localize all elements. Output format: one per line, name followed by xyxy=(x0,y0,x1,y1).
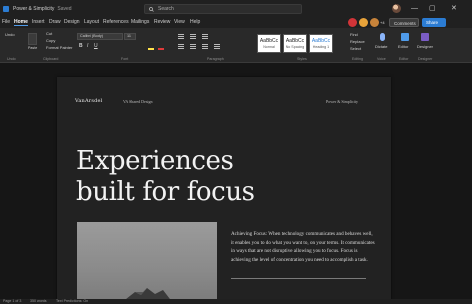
group-label-font: Font xyxy=(121,57,129,61)
tab-insert[interactable]: Insert xyxy=(32,19,45,25)
status-bar: Page 1 of 3 350 words Text Predictions: … xyxy=(0,299,472,304)
group-label-paragraph: Paragraph xyxy=(207,57,224,61)
group-label-editor: Editor xyxy=(399,57,409,61)
document-title: Power & Simplicity Saved xyxy=(13,6,72,12)
italic-button[interactable]: I xyxy=(87,43,88,49)
share-label: Share xyxy=(426,20,439,25)
header-right-text: Power & Simplicity xyxy=(326,99,358,104)
search-placeholder: Search xyxy=(158,6,174,12)
style-sample: AaBbCc xyxy=(259,38,279,44)
search-icon xyxy=(149,6,154,12)
tab-layout[interactable]: Layout xyxy=(84,19,99,25)
highlight-color-icon[interactable] xyxy=(148,48,154,50)
numbering-icon[interactable] xyxy=(190,34,196,35)
share-button[interactable]: Share xyxy=(422,18,446,27)
vanarsdel-logo: VanArsdel xyxy=(75,98,103,104)
hero-line: built for focus xyxy=(76,177,255,207)
tab-view[interactable]: View xyxy=(174,19,185,25)
coauthor-avatar[interactable] xyxy=(348,18,357,27)
mountain-image xyxy=(121,288,173,303)
group-label-editing: Editing xyxy=(352,57,363,61)
document-name: Power & Simplicity xyxy=(13,5,55,12)
font-size-value: 11 xyxy=(127,34,131,38)
justify-icon[interactable] xyxy=(214,44,220,45)
group-label-voice: Voice xyxy=(377,57,386,61)
style-name: Heading 1 xyxy=(312,45,330,49)
style-normal[interactable]: AaBbCc Normal xyxy=(257,34,281,53)
editor-button[interactable]: Editor xyxy=(398,44,408,49)
copy-button[interactable]: Copy xyxy=(46,38,55,43)
style-sample: AaBbCc xyxy=(285,38,305,44)
designer-icon[interactable] xyxy=(421,33,429,41)
comments-label: Comments xyxy=(394,21,416,26)
paste-icon[interactable] xyxy=(28,33,37,45)
format-painter-button[interactable]: Format Painter xyxy=(46,45,72,50)
undo-button[interactable]: Undo xyxy=(5,32,15,37)
align-center-icon[interactable] xyxy=(190,44,196,45)
user-avatar[interactable] xyxy=(392,4,401,13)
page-count[interactable]: Page 1 of 3 xyxy=(3,299,21,304)
coauthor-avatar[interactable] xyxy=(370,18,379,27)
body-paragraph[interactable]: Achieving Focus: When technology communi… xyxy=(231,230,376,265)
bold-button[interactable]: B xyxy=(79,43,83,49)
font-name-value: Calibri (Body) xyxy=(80,34,103,38)
group-label-styles: Styles xyxy=(297,57,307,61)
select-button[interactable]: Select xyxy=(350,46,361,51)
underline-button[interactable]: U xyxy=(94,43,98,49)
hero-heading[interactable]: Experiences built for focus xyxy=(76,146,255,208)
search-box[interactable]: Search xyxy=(144,4,302,14)
tab-review[interactable]: Review xyxy=(154,19,170,25)
cut-button[interactable]: Cut xyxy=(46,31,52,36)
tab-home[interactable]: Home xyxy=(14,19,28,26)
tab-draw[interactable]: Draw xyxy=(49,19,61,25)
find-button[interactable]: Find xyxy=(350,32,358,37)
align-left-icon[interactable] xyxy=(178,44,184,45)
word-app-icon xyxy=(3,5,9,12)
header-center-text: VA Shared Design xyxy=(123,99,153,104)
replace-button[interactable]: Replace xyxy=(350,39,365,44)
divider xyxy=(231,278,366,279)
tab-references[interactable]: References xyxy=(103,19,129,25)
style-name: Normal xyxy=(263,45,275,49)
multilevel-list-icon[interactable] xyxy=(202,34,208,35)
maximize-button[interactable]: ▢ xyxy=(429,4,436,13)
tab-mailings[interactable]: Mailings xyxy=(131,19,149,25)
designer-button[interactable]: Designer xyxy=(417,44,433,49)
group-label-designer: Designer xyxy=(418,57,433,61)
group-label-undo: Undo xyxy=(7,57,16,61)
dictate-button[interactable]: Dictate xyxy=(375,44,387,49)
close-button[interactable]: ✕ xyxy=(451,4,457,13)
word-count[interactable]: 350 words xyxy=(30,299,47,304)
minimize-button[interactable]: — xyxy=(411,4,418,13)
tab-design[interactable]: Design xyxy=(64,19,80,25)
style-no-spacing[interactable]: AaBbCc No Spacing xyxy=(283,34,307,53)
document-page[interactable]: VanArsdel VA Shared Design Power & Simpl… xyxy=(57,77,391,303)
ribbon: Undo Paste Cut Copy Format Painter Calib… xyxy=(0,28,472,63)
font-size-select[interactable]: 11 xyxy=(124,33,136,40)
tab-file[interactable]: File xyxy=(2,19,10,25)
coauthor-avatar[interactable] xyxy=(359,18,368,27)
comments-button[interactable]: Comments xyxy=(389,18,419,27)
style-sample: AaBbCc xyxy=(311,38,331,44)
coauthor-count[interactable]: +4 xyxy=(380,20,385,25)
style-heading-1[interactable]: AaBbCc Heading 1 xyxy=(309,34,333,53)
style-name: No Spacing xyxy=(285,45,305,49)
bullets-icon[interactable] xyxy=(178,34,184,35)
text-predictions[interactable]: Text Predictions: On xyxy=(56,299,88,304)
hero-line: Experiences xyxy=(76,146,234,176)
font-name-select[interactable]: Calibri (Body) xyxy=(77,33,123,40)
hero-photo[interactable] xyxy=(77,222,217,303)
editor-icon[interactable] xyxy=(401,33,409,41)
tab-help[interactable]: Help xyxy=(190,19,200,25)
font-color-icon[interactable] xyxy=(158,48,164,50)
microphone-icon[interactable] xyxy=(380,33,385,41)
group-label-clipboard: Clipboard xyxy=(43,57,59,61)
align-right-icon[interactable] xyxy=(202,44,208,45)
paste-button[interactable]: Paste xyxy=(28,46,37,50)
save-state[interactable]: Saved xyxy=(57,6,71,12)
